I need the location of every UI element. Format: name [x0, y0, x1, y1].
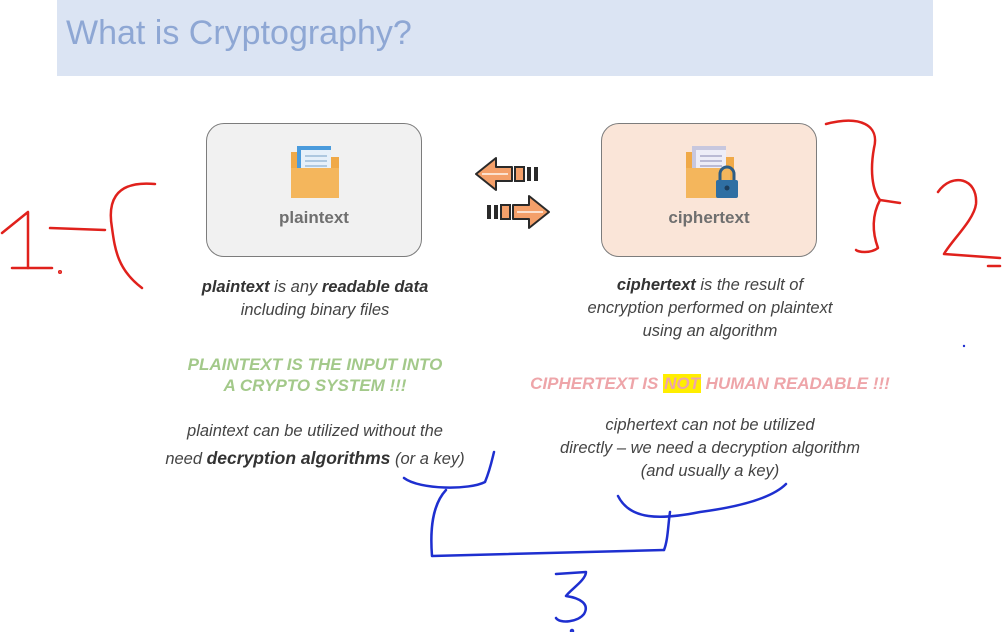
slide-header: What is Cryptography? [57, 0, 933, 76]
ciphertext-def-line1: is the result of [695, 276, 804, 294]
ciphertext-note-line3: (and usually a key) [640, 462, 780, 480]
plaintext-def-text: is any [269, 278, 322, 296]
left-bracket [109, 182, 157, 290]
ciphertext-note-line1: ciphertext can not be utilized [605, 416, 815, 434]
decryption-algorithms-term: decryption algorithms [206, 448, 391, 468]
right-brace-top [824, 119, 902, 205]
stray-dot [962, 344, 966, 348]
arrow-right-icon [487, 195, 550, 229]
plaintext-note-post: (or a key) [390, 450, 465, 468]
plaintext-card: plaintext [206, 123, 422, 257]
not-highlight: NOT [663, 374, 701, 393]
folder-document-icon [291, 146, 339, 198]
plaintext-def-line2: including binary files [240, 301, 390, 319]
ciphertext-callout: CIPHERTEXT IS NOT HUMAN READABLE !!! [490, 373, 930, 394]
plaintext-callout-line2: A CRYPTO SYSTEM !!! [223, 376, 407, 395]
ciphertext-term: ciphertext [616, 276, 696, 294]
ciphertext-underline-brace [616, 482, 788, 518]
plaintext-term: plaintext [201, 278, 270, 296]
plaintext-label: plaintext [279, 208, 349, 227]
locked-folder-icon [686, 146, 738, 198]
annotation-2 [936, 178, 1002, 260]
ciphertext-def-line2: encryption performed on plaintext [587, 299, 833, 317]
joining-brace [430, 488, 666, 558]
ciphertext-note: ciphertext can not be utilized directly … [530, 414, 890, 483]
plaintext-note: plaintext can be utilized without the ne… [130, 418, 500, 473]
ciphertext-def-line3: using an algorithm [642, 322, 778, 340]
right-brace-bottom [854, 198, 882, 254]
annotation-1-dot [57, 269, 63, 275]
plaintext-note-pre: need [165, 450, 207, 468]
ciphertext-note-line2: directly – we need a decryption algorith… [560, 439, 860, 457]
arrow-left-icon [475, 157, 538, 191]
joining-brace-right [662, 510, 672, 552]
annotation-1-dash [48, 226, 107, 232]
annotation-1 [0, 210, 30, 270]
plaintext-callout: PLAINTEXT IS THE INPUT INTO A CRYPTO SYS… [130, 354, 500, 396]
ciphertext-callout-post: HUMAN READABLE !!! [700, 374, 890, 393]
plaintext-note-line1: plaintext can be utilized without the [187, 422, 443, 440]
ciphertext-card: ciphertext [601, 123, 817, 257]
ciphertext-callout-pre: CIPHERTEXT IS [530, 374, 664, 393]
slide-title: What is Cryptography? [66, 14, 412, 52]
annotation-3 [554, 570, 588, 623]
plaintext-callout-line1: PLAINTEXT IS THE INPUT INTO [187, 355, 443, 374]
ciphertext-definition: ciphertext is the result of encryption p… [540, 274, 880, 343]
plaintext-definition: plaintext is any readable data including… [150, 276, 480, 322]
ciphertext-label: ciphertext [668, 208, 750, 227]
readable-data-term: readable data [321, 278, 429, 296]
